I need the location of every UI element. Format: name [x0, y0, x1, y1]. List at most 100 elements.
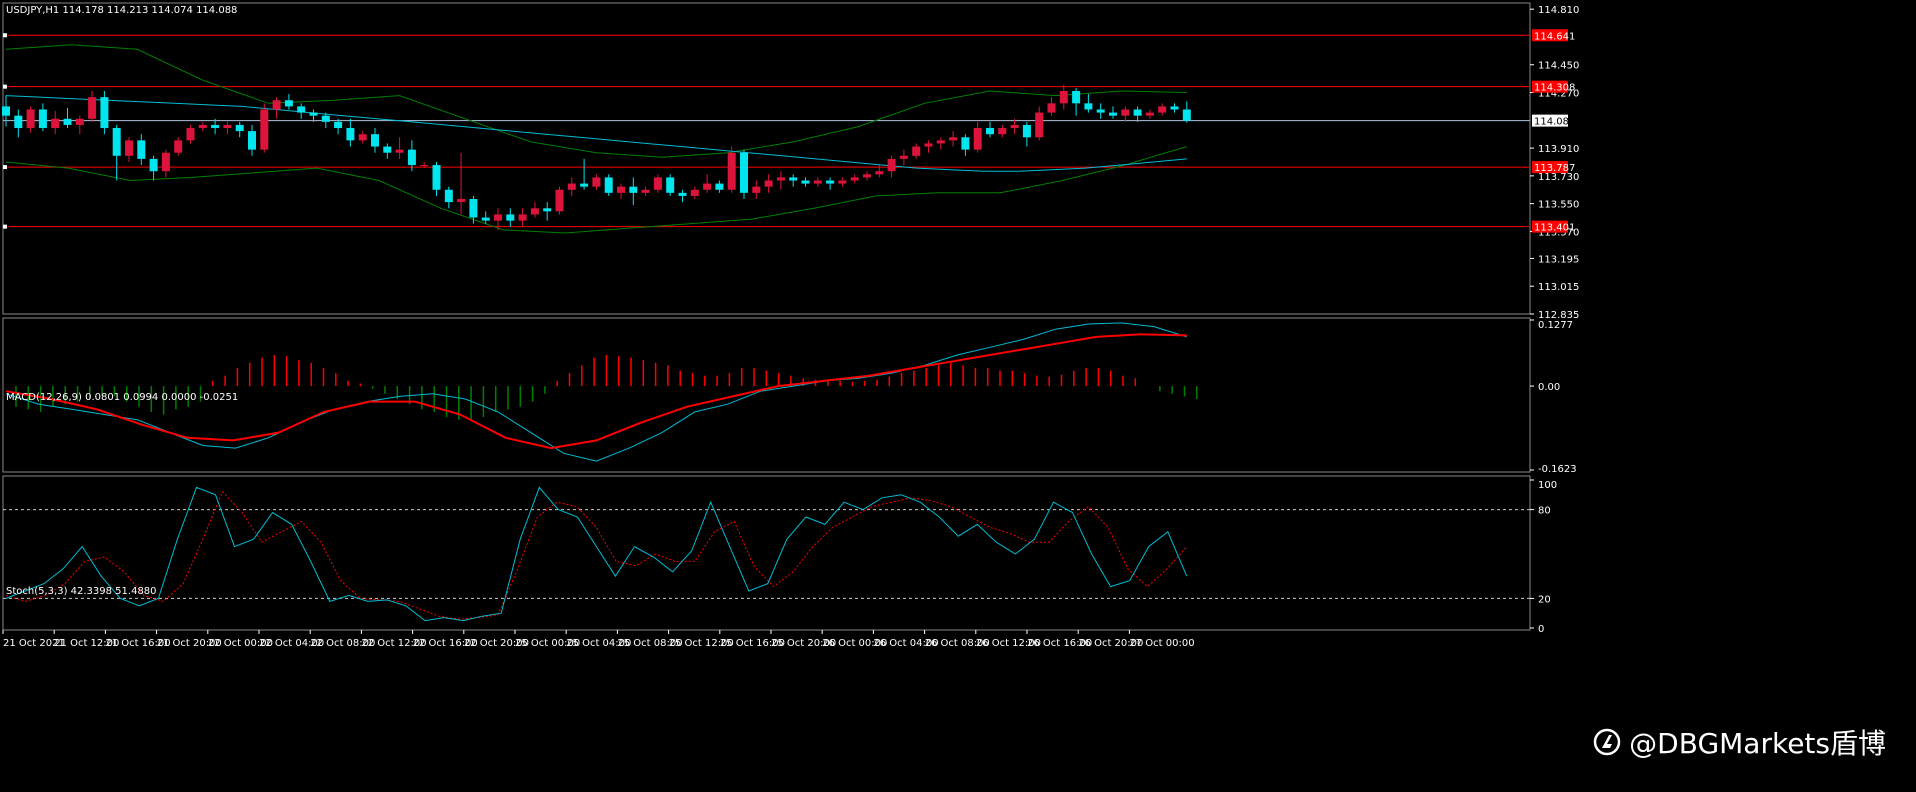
candle-body	[186, 128, 195, 141]
candle-body	[2, 106, 10, 116]
candle-body	[272, 100, 281, 110]
watermark: @DBGMarkets盾博	[1593, 722, 1886, 762]
candle-body	[63, 118, 72, 125]
candle-body	[198, 124, 207, 129]
candle-body	[506, 214, 515, 221]
price-pane-info: USDJPY,H1 114.178 114.213 114.074 114.08…	[6, 5, 237, 16]
bollinger-bands	[5, 44, 1187, 234]
stoch-tick-label: 20	[1538, 594, 1551, 605]
candle-body	[826, 180, 835, 184]
stoch-pane[interactable]: Stoch(5,3,3) 42.3398 51.4880	[3, 486, 1530, 622]
candle-body	[530, 208, 539, 215]
candle-body	[678, 192, 687, 196]
candle-body	[1182, 109, 1191, 121]
stoch-lines	[3, 486, 1530, 622]
candle-body	[38, 109, 47, 129]
macd-tick-label: -0.1623	[1538, 464, 1577, 475]
candle-body	[555, 189, 564, 212]
macd-pane[interactable]: MACD(12,26,9) 0.0801 0.0994 0.0000 -0.02…	[5, 322, 1198, 462]
candle-body	[1059, 90, 1068, 104]
price-tick-label: 113.015	[1538, 282, 1579, 293]
candle-body	[961, 137, 970, 150]
candle-body	[1035, 112, 1044, 138]
candle-body	[949, 137, 958, 141]
watermark-text: @DBGMarkets盾博	[1629, 727, 1886, 760]
candle-body	[666, 177, 675, 193]
macd-tick-label: 0.1277	[1538, 320, 1573, 331]
candle-body	[358, 134, 367, 141]
candle-body	[334, 121, 343, 129]
macd-histogram	[15, 355, 1198, 420]
candle-body	[715, 183, 724, 190]
candle-body	[703, 183, 712, 190]
candle-body	[211, 124, 220, 129]
chart-canvas[interactable]: USDJPY,H1 114.178 114.213 114.074 114.08…	[0, 0, 1916, 792]
candle-body	[998, 128, 1007, 135]
level-marker	[3, 224, 7, 229]
level-price-label: 113.401	[1534, 223, 1575, 234]
candle-body	[592, 177, 601, 187]
candle-body	[912, 146, 921, 156]
candle-body	[887, 158, 896, 172]
candle-body	[161, 152, 170, 172]
candle-body	[924, 143, 933, 147]
candle-body	[235, 124, 244, 132]
price-axis: 114.810114.450114.270113.910113.730113.5…	[1530, 5, 1579, 321]
candle-body	[51, 118, 60, 129]
candle-body	[1084, 103, 1093, 110]
candle-body	[383, 146, 392, 153]
candle-body	[284, 100, 293, 107]
candle-body	[1096, 109, 1105, 113]
stoch-d-line	[5, 490, 1188, 620]
candle-body	[813, 180, 822, 184]
candle-body	[407, 149, 416, 166]
candle-body	[875, 171, 884, 175]
candles	[2, 84, 1191, 230]
candle-body	[321, 115, 330, 122]
stoch-tick-label: 80	[1538, 506, 1551, 517]
candle-body	[764, 180, 773, 187]
candle-body	[432, 165, 441, 190]
price-tick-label: 114.450	[1538, 61, 1579, 72]
candle-body	[457, 199, 466, 203]
price-pane-frame	[2, 2, 1531, 315]
bollinger-upper-line	[5, 44, 1187, 158]
candle-body	[137, 140, 146, 159]
stoch-axis: 100 80 20 0	[1530, 479, 1557, 635]
level-price-label: 114.308	[1534, 83, 1575, 94]
candle-body	[1022, 124, 1031, 138]
candle-body	[26, 109, 35, 129]
stoch-pane-frame	[2, 475, 1531, 631]
candle-body	[494, 214, 502, 221]
candle-body	[112, 128, 121, 156]
macd-axis: 0.1277 0.00 -0.1623	[1530, 319, 1577, 475]
candle-body	[75, 118, 84, 125]
candle-body	[567, 183, 576, 190]
candle-body	[789, 177, 798, 181]
pane-frames	[2, 2, 1531, 631]
candle-body	[395, 149, 404, 153]
candle-body	[260, 109, 269, 150]
candle-body	[838, 180, 847, 184]
candle-body	[1072, 90, 1081, 104]
candle-body	[248, 131, 256, 150]
candle-body	[899, 155, 908, 159]
candle-body	[936, 140, 945, 144]
candle-body	[690, 189, 699, 196]
candle-body	[297, 106, 306, 113]
candle-body	[740, 152, 748, 193]
price-tick-label: 113.550	[1538, 200, 1579, 211]
stoch-tick-label: 100	[1538, 480, 1557, 491]
candle-body	[641, 189, 650, 193]
candle-body	[1109, 112, 1117, 116]
candle-body	[850, 177, 859, 181]
candle-body	[986, 128, 994, 135]
candle-body	[801, 180, 810, 184]
candle-body	[518, 214, 527, 221]
price-pane[interactable]: USDJPY,H1 114.178 114.213 114.074 114.08…	[2, 5, 1530, 234]
candle-body	[580, 183, 589, 187]
candle-body	[469, 199, 478, 218]
candle-body	[100, 97, 109, 129]
candle-body	[371, 134, 379, 147]
candle-body	[223, 124, 232, 129]
